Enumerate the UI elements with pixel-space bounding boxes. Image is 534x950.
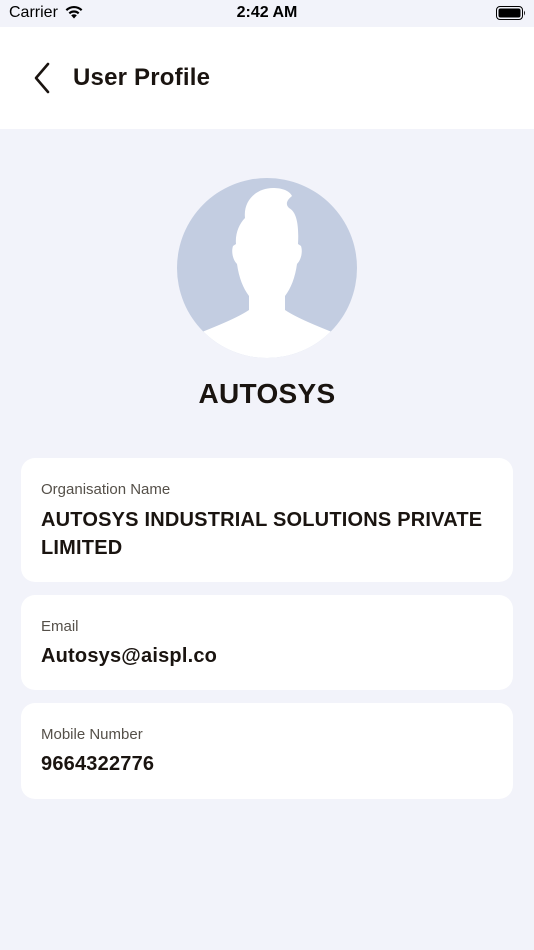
organisation-label: Organisation Name xyxy=(41,481,171,498)
chevron-left-icon xyxy=(34,62,50,94)
battery-icon xyxy=(496,6,525,20)
app-header: User Profile xyxy=(0,27,534,129)
email-label: Email xyxy=(41,618,79,635)
organisation-value: AUTOSYS INDUSTRIAL SOLUTIONS PRIVATE LIM… xyxy=(41,509,483,559)
back-button[interactable] xyxy=(24,57,60,99)
status-bar: Carrier 2:42 AM xyxy=(0,0,534,27)
mobile-label: Mobile Number xyxy=(41,726,143,743)
organisation-card: Organisation Name AUTOSYS INDUSTRIAL SOL… xyxy=(21,458,513,582)
mobile-value: 9664322776 xyxy=(41,753,155,775)
status-time: 2:42 AM xyxy=(236,4,298,21)
user-display-name: AUTOSYS xyxy=(198,378,336,409)
email-value: Autosys@aispl.co xyxy=(41,645,218,667)
mobile-card: Mobile Number 9664322776 xyxy=(21,703,513,799)
email-card: Email Autosys@aispl.co xyxy=(21,595,513,690)
page-title: User Profile xyxy=(73,64,211,91)
avatar xyxy=(177,178,357,358)
